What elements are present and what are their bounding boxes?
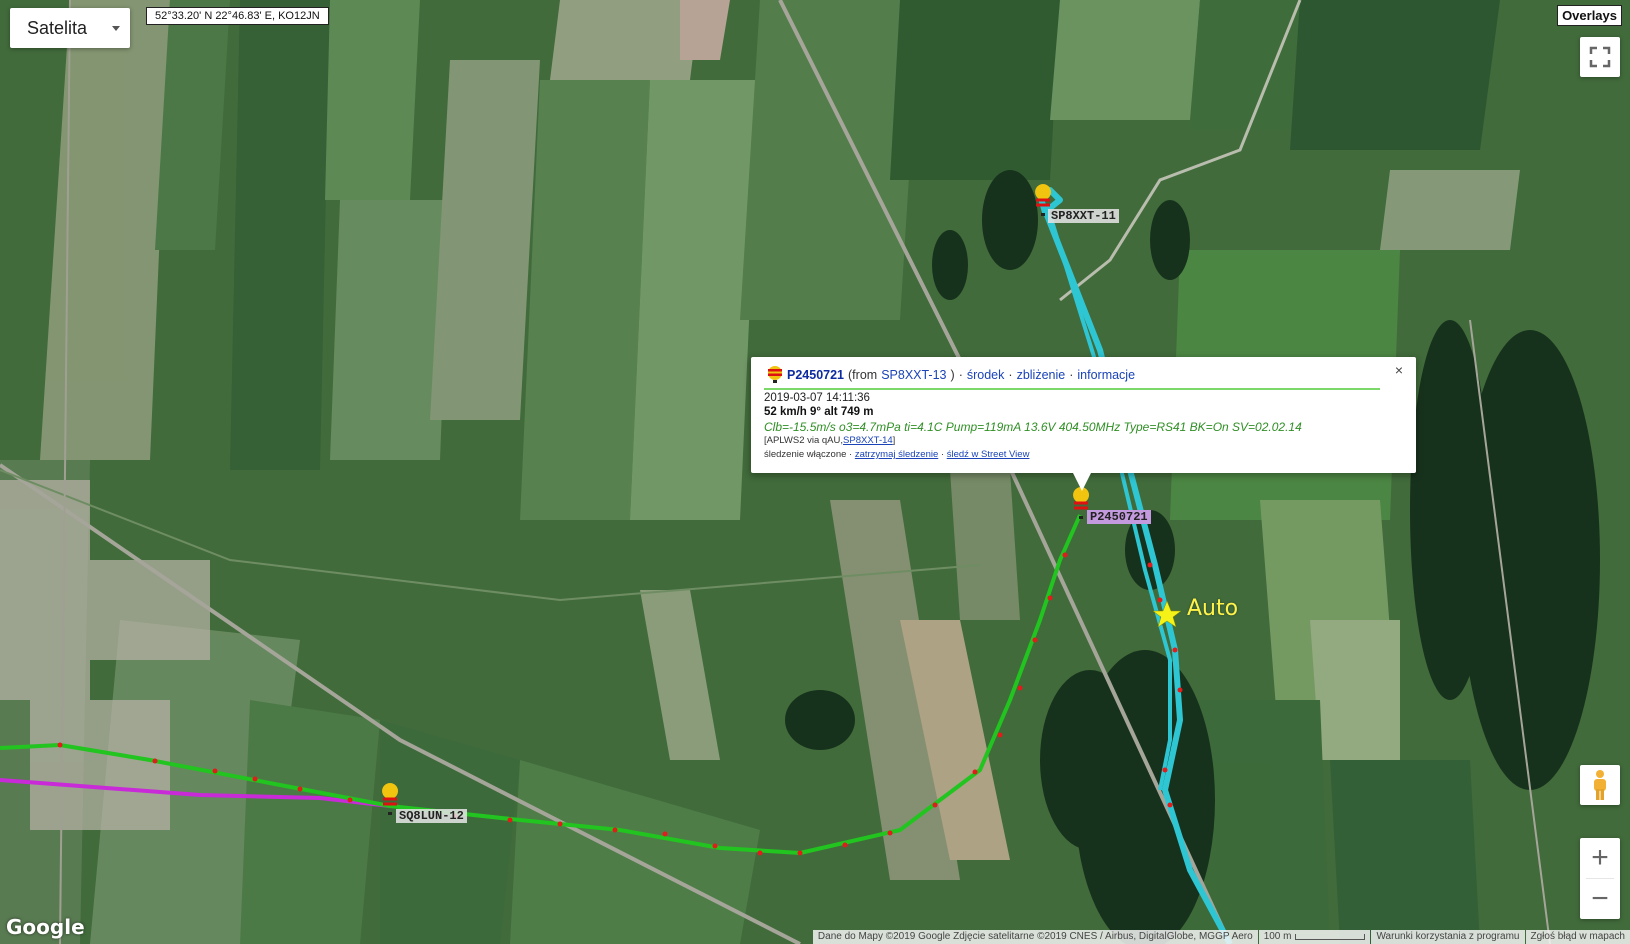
popup-callsign-link[interactable]: P2450721	[787, 368, 844, 382]
station-label-sq8lun-12[interactable]: SQ8LUN-12	[396, 809, 467, 823]
popup-speed-altitude: 52 km/h 9° alt 749 m	[764, 406, 874, 418]
map-footer: Dane do Mapy ©2019 Google Zdjęcie sateli…	[812, 930, 1630, 944]
attribution-text: Dane do Mapy ©2019 Google Zdjęcie sateli…	[812, 930, 1258, 944]
zoom-control: + −	[1580, 838, 1620, 919]
scale-bar[interactable]: 100 m	[1258, 930, 1371, 944]
pegman-icon	[1594, 770, 1606, 800]
popup-datetime: 2019-03-07 14:11:36	[764, 392, 870, 404]
popup-from-prefix: (from	[848, 368, 878, 382]
report-error-link[interactable]: Zgłoś błąd w mapach	[1525, 930, 1630, 944]
car-label[interactable]: Auto	[1187, 596, 1238, 621]
chevron-down-icon	[112, 26, 120, 31]
map-type-select[interactable]: Satelita	[10, 8, 130, 48]
fullscreen-icon	[1589, 46, 1611, 68]
popup-divider	[764, 388, 1380, 390]
google-logo: Google	[6, 915, 85, 939]
station-label-sp8xxt-11[interactable]: SP8XXT-11	[1048, 209, 1119, 223]
popup-comment: Clb=-15.5m/s o3=4.7mPa ti=4.1C Pump=119m…	[764, 420, 1302, 434]
balloon-icon	[768, 366, 782, 383]
popup-from-station-link[interactable]: SP8XXT-13	[881, 368, 946, 382]
station-label-p2450721[interactable]: P2450721	[1087, 510, 1151, 524]
close-icon[interactable]: ×	[1395, 362, 1403, 378]
map-type-label: Satelita	[27, 17, 88, 38]
tracking-status: śledzenie włączone	[764, 449, 847, 460]
popup-path: [APLWS2 via qAU,SP8XXT-14]	[764, 435, 896, 446]
stop-tracking-link[interactable]: zatrzymaj śledzenie	[855, 449, 938, 460]
cursor-coordinates: 52°33.20' N 22°46.83' E, KO12JN	[146, 7, 329, 25]
path-station-link[interactable]: SP8XXT-14	[843, 435, 893, 446]
center-link[interactable]: środek	[967, 368, 1005, 382]
popup-header: P2450721 (from SP8XXT-13) · środek · zbli…	[767, 366, 1135, 384]
station-info-popup: × P2450721 (from SP8XXT-13) · środek · zb…	[751, 357, 1416, 491]
info-link[interactable]: informacje	[1077, 368, 1135, 382]
zoom-in-button[interactable]: +	[1580, 838, 1620, 878]
zoom-out-button[interactable]: −	[1580, 879, 1620, 919]
popup-tracking: śledzenie włączone · zatrzymaj śledzenie…	[764, 449, 1030, 460]
fullscreen-button[interactable]	[1580, 37, 1620, 77]
popup-from-suffix: )	[950, 368, 955, 382]
street-view-tracking-link[interactable]: śledź w Street View	[947, 449, 1030, 460]
terms-link[interactable]: Warunki korzystania z programu	[1371, 930, 1525, 944]
street-view-pegman[interactable]	[1580, 765, 1620, 805]
overlays-button[interactable]: Overlays	[1557, 5, 1622, 26]
zoom-link[interactable]: zbliżenie	[1017, 368, 1066, 382]
